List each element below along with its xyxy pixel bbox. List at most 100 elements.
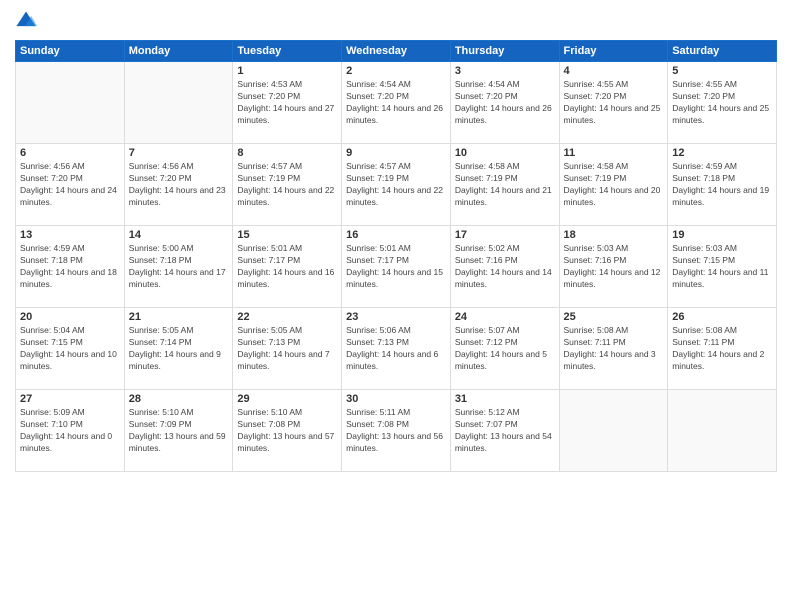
week-row-3: 13 Sunrise: 4:59 AM Sunset: 7:18 PM Dayli…	[16, 226, 777, 308]
day-cell: 20Sunrise: 5:04 AM Sunset: 7:15 PM Dayli…	[16, 308, 125, 390]
day-info: Sunrise: 5:01 AM Sunset: 7:17 PM Dayligh…	[237, 243, 337, 291]
day-info: Sunrise: 4:57 AM Sunset: 7:19 PM Dayligh…	[237, 161, 337, 209]
day-cell: 12 Sunrise: 4:59 AM Sunset: 7:18 PM Dayli…	[668, 144, 777, 226]
day-number: 28	[129, 393, 229, 405]
day-info: Sunrise: 4:56 AM Sunset: 7:20 PM Dayligh…	[129, 161, 229, 209]
day-info: Sunrise: 5:11 AM Sunset: 7:08 PM Dayligh…	[346, 407, 446, 455]
day-cell: 30 Sunrise: 5:11 AM Sunset: 7:08 PM Dayli…	[342, 390, 451, 472]
day-cell	[559, 390, 668, 472]
day-cell: 5 Sunrise: 4:55 AM Sunset: 7:20 PM Daylig…	[668, 62, 777, 144]
day-info: Sunrise: 5:06 AM Sunset: 7:13 PM Dayligh…	[346, 325, 446, 373]
col-header-saturday: Saturday	[668, 41, 777, 62]
day-info: Sunrise: 4:57 AM Sunset: 7:19 PM Dayligh…	[346, 161, 446, 209]
day-info: Sunrise: 5:05 AM Sunset: 7:14 PM Dayligh…	[129, 325, 229, 373]
header	[15, 10, 777, 32]
day-number: 30	[346, 393, 446, 405]
day-number: 8	[237, 147, 337, 159]
col-header-friday: Friday	[559, 41, 668, 62]
day-cell: 6 Sunrise: 4:56 AM Sunset: 7:20 PM Daylig…	[16, 144, 125, 226]
day-cell: 16Sunrise: 5:01 AM Sunset: 7:17 PM Dayli…	[342, 226, 451, 308]
day-number: 10	[455, 147, 555, 159]
day-info: Sunrise: 4:54 AM Sunset: 7:20 PM Dayligh…	[346, 79, 446, 127]
day-number: 29	[237, 393, 337, 405]
day-info: Sunrise: 4:55 AM Sunset: 7:20 PM Dayligh…	[564, 79, 664, 127]
day-cell: 1 Sunrise: 4:53 AM Sunset: 7:20 PM Daylig…	[233, 62, 342, 144]
day-number: 23	[346, 311, 446, 323]
day-cell: 10Sunrise: 4:58 AM Sunset: 7:19 PM Dayli…	[450, 144, 559, 226]
col-header-wednesday: Wednesday	[342, 41, 451, 62]
day-cell: 19Sunrise: 5:03 AM Sunset: 7:15 PM Dayli…	[668, 226, 777, 308]
day-number: 19	[672, 229, 772, 241]
day-cell: 18Sunrise: 5:03 AM Sunset: 7:16 PM Dayli…	[559, 226, 668, 308]
day-number: 13	[20, 229, 120, 241]
day-info: Sunrise: 5:10 AM Sunset: 7:08 PM Dayligh…	[237, 407, 337, 455]
day-number: 21	[129, 311, 229, 323]
day-number: 5	[672, 65, 772, 77]
day-info: Sunrise: 4:54 AM Sunset: 7:20 PM Dayligh…	[455, 79, 555, 127]
day-info: Sunrise: 5:10 AM Sunset: 7:09 PM Dayligh…	[129, 407, 229, 455]
day-info: Sunrise: 5:08 AM Sunset: 7:11 PM Dayligh…	[564, 325, 664, 373]
day-number: 27	[20, 393, 120, 405]
day-info: Sunrise: 5:02 AM Sunset: 7:16 PM Dayligh…	[455, 243, 555, 291]
day-cell: 31Sunrise: 5:12 AM Sunset: 7:07 PM Dayli…	[450, 390, 559, 472]
logo	[15, 10, 41, 32]
day-info: Sunrise: 4:53 AM Sunset: 7:20 PM Dayligh…	[237, 79, 337, 127]
day-info: Sunrise: 4:56 AM Sunset: 7:20 PM Dayligh…	[20, 161, 120, 209]
day-number: 22	[237, 311, 337, 323]
day-cell: 2Sunrise: 4:54 AM Sunset: 7:20 PM Daylig…	[342, 62, 451, 144]
col-header-sunday: Sunday	[16, 41, 125, 62]
day-cell: 11 Sunrise: 4:58 AM Sunset: 7:19 PM Dayli…	[559, 144, 668, 226]
day-number: 26	[672, 311, 772, 323]
day-cell: 4 Sunrise: 4:55 AM Sunset: 7:20 PM Daylig…	[559, 62, 668, 144]
week-row-2: 6 Sunrise: 4:56 AM Sunset: 7:20 PM Daylig…	[16, 144, 777, 226]
day-number: 12	[672, 147, 772, 159]
day-info: Sunrise: 5:12 AM Sunset: 7:07 PM Dayligh…	[455, 407, 555, 455]
col-header-monday: Monday	[124, 41, 233, 62]
day-info: Sunrise: 4:58 AM Sunset: 7:19 PM Dayligh…	[564, 161, 664, 209]
day-cell: 9Sunrise: 4:57 AM Sunset: 7:19 PM Daylig…	[342, 144, 451, 226]
day-number: 11	[564, 147, 664, 159]
day-info: Sunrise: 4:59 AM Sunset: 7:18 PM Dayligh…	[20, 243, 120, 291]
day-number: 4	[564, 65, 664, 77]
day-cell: 15 Sunrise: 5:01 AM Sunset: 7:17 PM Dayli…	[233, 226, 342, 308]
day-cell	[124, 62, 233, 144]
day-info: Sunrise: 5:07 AM Sunset: 7:12 PM Dayligh…	[455, 325, 555, 373]
day-number: 17	[455, 229, 555, 241]
day-cell: 22Sunrise: 5:05 AM Sunset: 7:13 PM Dayli…	[233, 308, 342, 390]
day-cell: 24 Sunrise: 5:07 AM Sunset: 7:12 PM Dayli…	[450, 308, 559, 390]
col-header-tuesday: Tuesday	[233, 41, 342, 62]
day-number: 15	[237, 229, 337, 241]
day-cell	[16, 62, 125, 144]
day-number: 3	[455, 65, 555, 77]
day-number: 20	[20, 311, 120, 323]
week-row-4: 20Sunrise: 5:04 AM Sunset: 7:15 PM Dayli…	[16, 308, 777, 390]
day-cell: 3 Sunrise: 4:54 AM Sunset: 7:20 PM Daylig…	[450, 62, 559, 144]
calendar-header-row: SundayMondayTuesdayWednesdayThursdayFrid…	[16, 41, 777, 62]
page: SundayMondayTuesdayWednesdayThursdayFrid…	[0, 0, 792, 612]
day-number: 18	[564, 229, 664, 241]
day-number: 7	[129, 147, 229, 159]
day-number: 14	[129, 229, 229, 241]
calendar-table: SundayMondayTuesdayWednesdayThursdayFrid…	[15, 40, 777, 472]
week-row-5: 27Sunrise: 5:09 AM Sunset: 7:10 PM Dayli…	[16, 390, 777, 472]
day-cell	[668, 390, 777, 472]
day-cell: 13 Sunrise: 4:59 AM Sunset: 7:18 PM Dayli…	[16, 226, 125, 308]
day-number: 25	[564, 311, 664, 323]
day-info: Sunrise: 4:55 AM Sunset: 7:20 PM Dayligh…	[672, 79, 772, 127]
day-cell: 29 Sunrise: 5:10 AM Sunset: 7:08 PM Dayli…	[233, 390, 342, 472]
day-info: Sunrise: 5:01 AM Sunset: 7:17 PM Dayligh…	[346, 243, 446, 291]
day-info: Sunrise: 4:59 AM Sunset: 7:18 PM Dayligh…	[672, 161, 772, 209]
day-cell: 25 Sunrise: 5:08 AM Sunset: 7:11 PM Dayli…	[559, 308, 668, 390]
logo-icon	[15, 10, 37, 32]
day-info: Sunrise: 5:08 AM Sunset: 7:11 PM Dayligh…	[672, 325, 772, 373]
day-number: 1	[237, 65, 337, 77]
day-number: 24	[455, 311, 555, 323]
day-info: Sunrise: 5:00 AM Sunset: 7:18 PM Dayligh…	[129, 243, 229, 291]
day-cell: 28 Sunrise: 5:10 AM Sunset: 7:09 PM Dayli…	[124, 390, 233, 472]
day-cell: 17 Sunrise: 5:02 AM Sunset: 7:16 PM Dayli…	[450, 226, 559, 308]
day-cell: 26 Sunrise: 5:08 AM Sunset: 7:11 PM Dayli…	[668, 308, 777, 390]
day-cell: 8 Sunrise: 4:57 AM Sunset: 7:19 PM Daylig…	[233, 144, 342, 226]
week-row-1: 1 Sunrise: 4:53 AM Sunset: 7:20 PM Daylig…	[16, 62, 777, 144]
day-cell: 27Sunrise: 5:09 AM Sunset: 7:10 PM Dayli…	[16, 390, 125, 472]
day-number: 6	[20, 147, 120, 159]
